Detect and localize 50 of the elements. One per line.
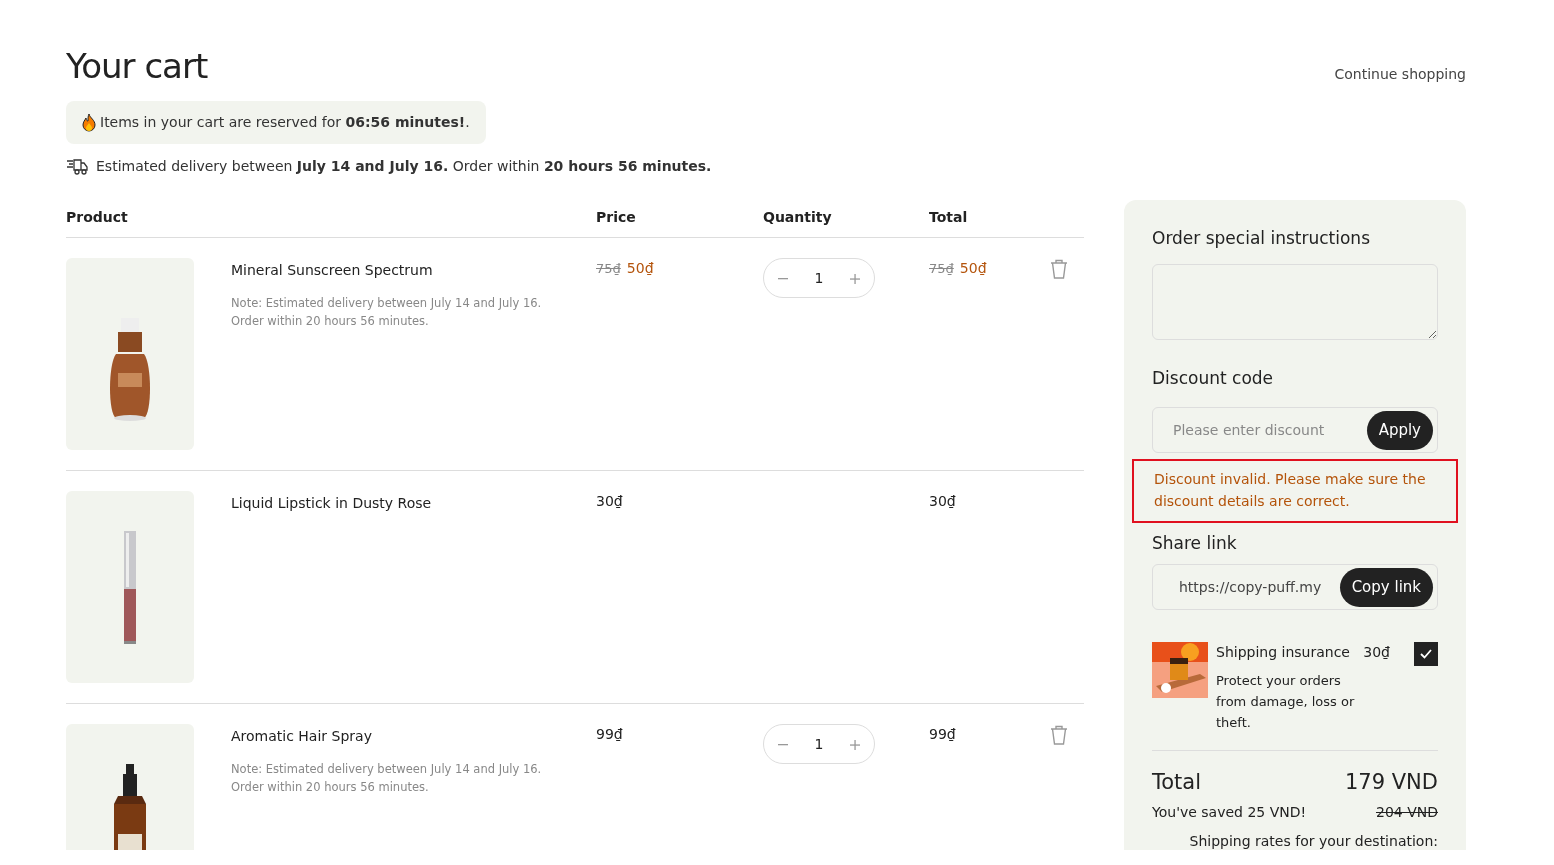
copy-link-button[interactable]: Copy link — [1339, 568, 1433, 607]
section-label: Discount code — [1152, 366, 1275, 390]
page-title: Your cart — [66, 48, 208, 86]
savings-text: You've saved 25 VND! — [1152, 803, 1307, 823]
total-label: Total — [1152, 768, 1202, 796]
quantity-value: 1 — [814, 734, 824, 754]
original-price: 75₫ — [929, 261, 954, 277]
minus-icon — [778, 743, 788, 746]
delivery-text: Estimated delivery between July 14 and July 16. Order within 20 hours 56 minutes. — [96, 157, 712, 177]
minus-icon — [778, 277, 788, 280]
line-total: 50₫ — [959, 260, 987, 277]
original-total: 204 VND — [1376, 803, 1438, 823]
price: 50₫ — [626, 260, 654, 277]
discount-field[interactable]: Please enter discount Apply — [1152, 407, 1438, 454]
column-header: Price — [596, 208, 637, 228]
insurance-checkbox[interactable] — [1414, 642, 1438, 667]
continue-shopping-link[interactable]: Continue shopping — [1334, 64, 1466, 86]
share-link-field[interactable]: https://copy-puff.my Copy link — [1152, 564, 1438, 611]
section-label: Order special instructions — [1152, 227, 1371, 251]
instructions-field[interactable] — [1152, 263, 1438, 340]
trash-icon[interactable] — [1050, 259, 1068, 280]
line-total: 30₫ — [929, 493, 956, 510]
column-header: Product — [66, 208, 129, 228]
line-total: 99₫ — [929, 726, 956, 743]
checkmark-icon — [1420, 649, 1432, 660]
insurance-title: Shipping insurance — [1216, 643, 1350, 663]
shipping-note: Shipping rates for your destination: — [1188, 832, 1438, 851]
trash-icon[interactable] — [1050, 725, 1068, 746]
product-note: Note: Estimated delivery between July 14 and July 16. Order within 20 hours 56 minutes. — [231, 761, 543, 797]
reservation-text: Items in your cart are reserved for 06:56 minutes!. — [100, 113, 470, 133]
insurance-price: 30₫ — [1363, 643, 1390, 663]
product-name[interactable]: Liquid Lipstick in Dusty Rose — [231, 493, 551, 515]
truck-icon — [66, 158, 88, 175]
original-price: 75₫ — [596, 261, 621, 277]
price: 30₫ — [596, 493, 623, 510]
error-message: Discount invalid. Please make sure the discount details are correct. — [1132, 459, 1458, 523]
flame-icon — [82, 113, 96, 132]
plus-icon — [850, 739, 860, 750]
product-note: Note: Estimated delivery between July 14 and July 16. Order within 20 hours 56 minutes. — [231, 295, 543, 331]
total-amount: 179 VND — [1345, 768, 1438, 796]
apply-button[interactable]: Apply — [1366, 411, 1433, 450]
quantity-value: 1 — [814, 268, 824, 288]
product-name[interactable]: Aromatic Hair Spray — [231, 726, 551, 748]
insurance-description: Protect your orders from damage, loss or theft. — [1216, 672, 1356, 732]
plus-icon — [850, 273, 860, 284]
column-header: Quantity — [763, 208, 833, 228]
section-label: Share link — [1152, 531, 1238, 555]
price: 99₫ — [596, 726, 623, 743]
product-name[interactable]: Mineral Sunscreen Spectrum — [231, 260, 551, 282]
column-header: Total — [929, 208, 969, 228]
